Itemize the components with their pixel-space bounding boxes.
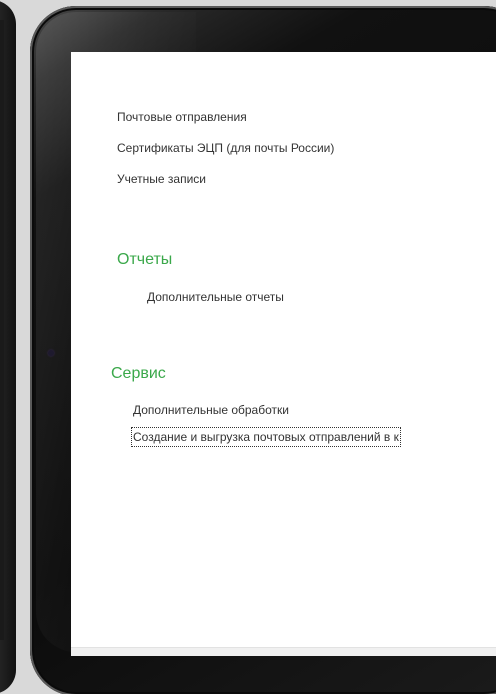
tablet-screen: Почтовые отправления Сертификаты ЭЦП (дл… <box>71 52 496 656</box>
main-links: Почтовые отправления Сертификаты ЭЦП (дл… <box>117 109 334 202</box>
link-accounts[interactable]: Учетные записи <box>117 171 334 187</box>
link-create-export-postal-items[interactable]: Создание и выгрузка почтовых отправлений… <box>131 427 401 447</box>
left-device-edge <box>0 0 16 694</box>
link-additional-reports[interactable]: Дополнительные отчеты <box>147 289 284 305</box>
link-digital-signature-certificates[interactable]: Сертификаты ЭЦП (для почты России) <box>117 140 334 156</box>
camera-icon <box>48 350 54 356</box>
reports-section-title: Отчеты <box>117 251 173 268</box>
link-additional-processing[interactable]: Дополнительные обработки <box>133 402 289 418</box>
service-section-title: Сервис <box>111 365 166 382</box>
left-device-screen <box>0 20 4 640</box>
tablet-frame: Почтовые отправления Сертификаты ЭЦП (дл… <box>30 6 496 694</box>
desktop-background: Почтовые отправления Сертификаты ЭЦП (дл… <box>0 0 496 694</box>
link-postal-items[interactable]: Почтовые отправления <box>117 109 334 125</box>
screen-bottom-bar <box>71 647 496 656</box>
